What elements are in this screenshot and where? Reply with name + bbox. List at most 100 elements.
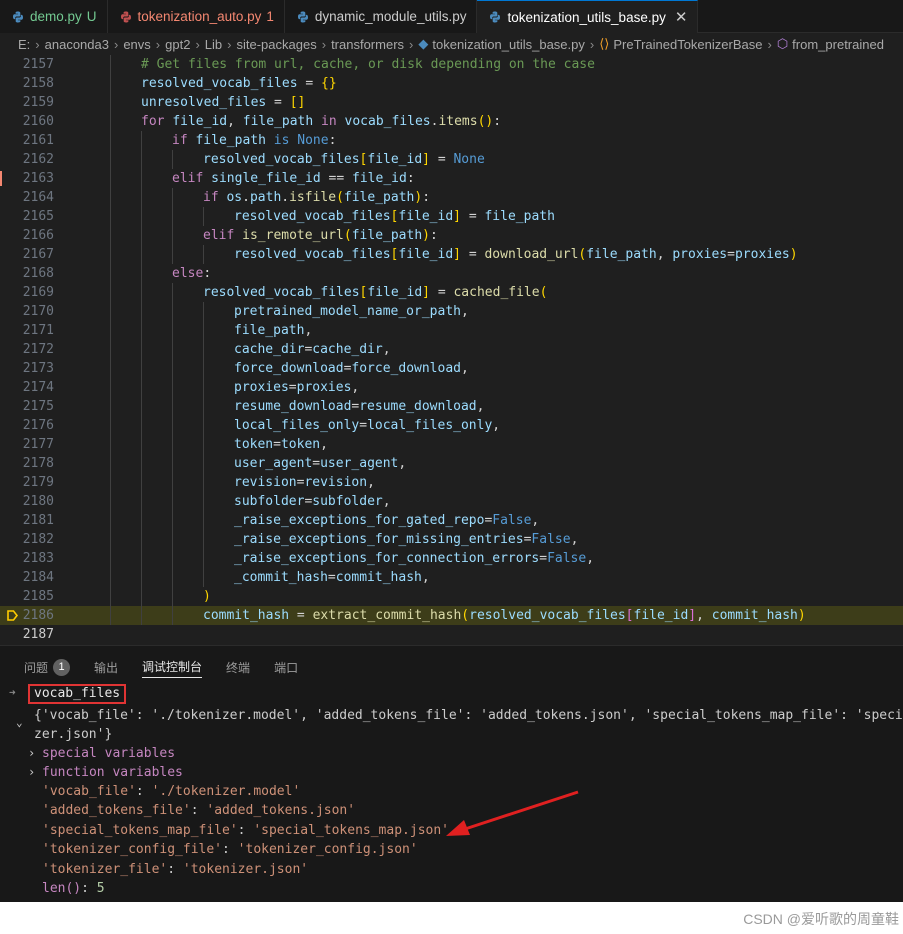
variable-entry[interactable]: 'added_tokens_file': 'added_tokens.json'	[42, 801, 355, 820]
code-line[interactable]: 2168 else:	[0, 264, 903, 283]
breadcrumb-item[interactable]: anaconda3	[45, 37, 109, 52]
code-line[interactable]: 2178 user_agent=user_agent,	[0, 454, 903, 473]
chevron-right-icon[interactable]: ›	[28, 763, 35, 782]
line-number[interactable]: 2171	[0, 321, 54, 340]
line-number[interactable]: 2157	[0, 55, 54, 74]
line-number[interactable]: 2175	[0, 397, 54, 416]
code-line[interactable]: 2161 if file_path is None:	[0, 131, 903, 150]
tab-problems[interactable]: 问题 1	[24, 656, 71, 678]
code-line[interactable]: 2166 elif is_remote_url(file_path):	[0, 226, 903, 245]
line-number[interactable]: 2159	[0, 93, 54, 112]
code-line[interactable]: 2187	[0, 625, 903, 644]
code-line[interactable]: 2157 # Get files from url, cache, or disk…	[0, 55, 903, 74]
close-icon[interactable]: ✕	[675, 8, 688, 26]
code-line[interactable]: 2174 proxies=proxies,	[0, 378, 903, 397]
line-number[interactable]: 2182	[0, 530, 54, 549]
line-number[interactable]: 2165	[0, 207, 54, 226]
code-line[interactable]: 2158 resolved_vocab_files = {}	[0, 74, 903, 93]
code-line[interactable]: 2185)	[0, 587, 903, 606]
line-number[interactable]: 2180	[0, 492, 54, 511]
chevron-right-icon[interactable]: ›	[28, 744, 35, 763]
code-line[interactable]: 2181 _raise_exceptions_for_gated_repo=Fal…	[0, 511, 903, 530]
line-number[interactable]: 2185	[0, 587, 54, 606]
code-line[interactable]: 2179 revision=revision,	[0, 473, 903, 492]
line-number[interactable]: 2177	[0, 435, 54, 454]
tab-demo-py[interactable]: demo.py U	[0, 0, 108, 33]
code-line[interactable]: 2177 token=token,	[0, 435, 903, 454]
code-line[interactable]: 2162 resolved_vocab_files[file_id] = None	[0, 150, 903, 169]
line-number[interactable]: 2169	[0, 283, 54, 302]
line-number[interactable]: 2161	[0, 131, 54, 150]
indent-guide	[110, 264, 111, 283]
code-line[interactable]: 2184 _commit_hash=commit_hash,	[0, 568, 903, 587]
tab-debug-console[interactable]: 调试控制台	[142, 656, 203, 678]
line-number[interactable]: 2168	[0, 264, 54, 283]
code-line[interactable]: 2171 file_path,	[0, 321, 903, 340]
breadcrumb-item[interactable]: PreTrainedTokenizerBase	[613, 37, 762, 52]
line-number[interactable]: 2181	[0, 511, 54, 530]
breadcrumb-item[interactable]: from_pretrained	[792, 37, 884, 52]
tab-label: demo.py	[30, 9, 82, 24]
tab-ports[interactable]: 端口	[274, 656, 298, 678]
variable-entry[interactable]: 'tokenizer_file': 'tokenizer.json'	[42, 860, 308, 879]
line-number[interactable]: 2164	[0, 188, 54, 207]
code-line[interactable]: 2182 _raise_exceptions_for_missing_entrie…	[0, 530, 903, 549]
tab-dynamic-module-utils-py[interactable]: dynamic_module_utils.py	[284, 0, 478, 33]
code-line[interactable]: 2186 commit_hash = extract_commit_hash(re…	[0, 606, 903, 625]
line-number[interactable]: 2172	[0, 340, 54, 359]
line-number[interactable]: 2174	[0, 378, 54, 397]
function-variables-node[interactable]: function variables	[42, 763, 183, 782]
line-number[interactable]: 2170	[0, 302, 54, 321]
line-number[interactable]: 2178	[0, 454, 54, 473]
code-line[interactable]: 2163 elif single_file_id == file_id:	[0, 169, 903, 188]
tab-output[interactable]: 输出	[94, 656, 118, 678]
len-entry[interactable]: len(): 5	[42, 879, 105, 898]
code-line[interactable]: 2170 pretrained_model_name_or_path,	[0, 302, 903, 321]
breadcrumb-item[interactable]: Lib	[205, 37, 222, 52]
line-number[interactable]: 2160	[0, 112, 54, 131]
code-line[interactable]: 2165 resolved_vocab_files[file_id] = file…	[0, 207, 903, 226]
tab-tokenization-auto-py[interactable]: tokenization_auto.py 1	[107, 0, 285, 33]
code-line[interactable]: 2180 subfolder=subfolder,	[0, 492, 903, 511]
code-text: resolved_vocab_files[file_id] = download…	[234, 247, 798, 262]
code-line[interactable]: 2175 resume_download=resume_download,	[0, 397, 903, 416]
breadcrumb-item[interactable]: transformers	[331, 37, 404, 52]
variable-entry[interactable]: 'special_tokens_map_file': 'special_toke…	[42, 821, 449, 840]
code-text: token=token,	[234, 437, 328, 452]
line-number[interactable]: 2166	[0, 226, 54, 245]
code-line[interactable]: 2173 force_download=force_download,	[0, 359, 903, 378]
code-line[interactable]: 2164 if os.path.isfile(file_path):	[0, 188, 903, 207]
code-line[interactable]: 2160 for file_id, file_path in vocab_file…	[0, 112, 903, 131]
breadcrumb-item[interactable]: E:	[18, 37, 30, 52]
special-variables-node[interactable]: special variables	[42, 744, 175, 763]
debug-paused-arrow-icon[interactable]	[7, 610, 18, 621]
line-number[interactable]: 2162	[0, 150, 54, 169]
line-number[interactable]: 2173	[0, 359, 54, 378]
variable-entry[interactable]: 'tokenizer_config_file': 'tokenizer_conf…	[42, 840, 418, 859]
breadcrumb-item[interactable]: site-packages	[237, 37, 317, 52]
line-number[interactable]: 2187	[0, 625, 54, 644]
line-number[interactable]: 2167	[0, 245, 54, 264]
line-number[interactable]: 2176	[0, 416, 54, 435]
code-line[interactable]: 2159 unresolved_files = []	[0, 93, 903, 112]
line-number[interactable]: 2184	[0, 568, 54, 587]
code-line[interactable]: 2183 _raise_exceptions_for_connection_err…	[0, 549, 903, 568]
line-number[interactable]: 2163	[0, 169, 54, 188]
tab-tokenization-utils-base-py[interactable]: tokenization_utils_base.py ✕	[477, 0, 699, 33]
code-line[interactable]: 2172 cache_dir=cache_dir,	[0, 340, 903, 359]
code-line[interactable]: 2169 resolved_vocab_files[file_id] = cach…	[0, 283, 903, 302]
result-summary[interactable]: {'vocab_file': './tokenizer.model', 'add…	[34, 706, 903, 725]
breadcrumb-item[interactable]: envs	[123, 37, 150, 52]
line-number[interactable]: 2158	[0, 74, 54, 93]
breadcrumb-item[interactable]: gpt2	[165, 37, 190, 52]
variable-entry[interactable]: 'vocab_file': './tokenizer.model'	[42, 782, 300, 801]
code-editor[interactable]: 2157 # Get files from url, cache, or disk…	[0, 55, 903, 645]
code-line[interactable]: 2167 resolved_vocab_files[file_id] = down…	[0, 245, 903, 264]
tab-terminal[interactable]: 终端	[226, 656, 250, 678]
chevron-down-icon[interactable]: ⌄	[16, 713, 23, 732]
breadcrumb-item[interactable]: tokenization_utils_base.py	[432, 37, 585, 52]
indent-guide	[203, 454, 204, 473]
line-number[interactable]: 2179	[0, 473, 54, 492]
line-number[interactable]: 2183	[0, 549, 54, 568]
code-line[interactable]: 2176 local_files_only=local_files_only,	[0, 416, 903, 435]
